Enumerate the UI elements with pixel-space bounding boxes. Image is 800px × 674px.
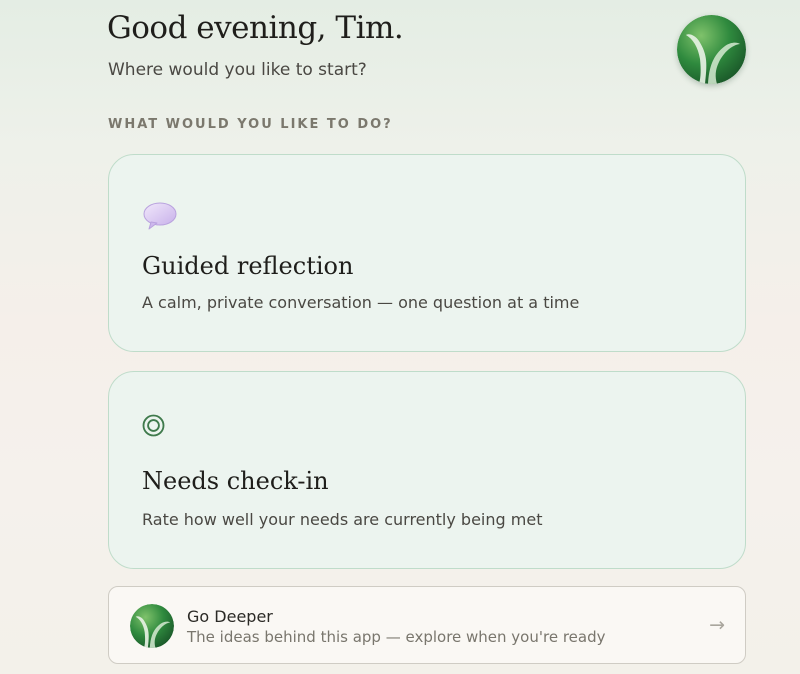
speech-bubble-icon <box>143 202 177 230</box>
go-deeper-avatar <box>130 604 174 648</box>
card-description: Rate how well your needs are currently b… <box>142 510 543 529</box>
card-title: Needs check-in <box>142 467 329 495</box>
card-title: Guided reflection <box>142 252 354 280</box>
arrow-right-icon: → <box>709 614 725 636</box>
greeting-heading: Good evening, Tim. <box>107 10 404 46</box>
card-description: A calm, private conversation — one quest… <box>142 293 580 312</box>
go-deeper-title: Go Deeper <box>187 607 273 626</box>
greeting-subtitle: Where would you like to start? <box>108 60 367 80</box>
go-deeper-link[interactable]: Go Deeper The ideas behind this app — ex… <box>108 586 746 664</box>
guided-reflection-card[interactable]: Guided reflection A calm, private conver… <box>108 154 746 352</box>
target-icon <box>142 414 165 437</box>
needs-check-in-card[interactable]: Needs check-in Rate how well your needs … <box>108 371 746 569</box>
section-label: WHAT WOULD YOU LIKE TO DO? <box>108 117 393 132</box>
app-logo-icon <box>677 15 746 84</box>
profile-avatar[interactable] <box>677 15 746 84</box>
app-logo-icon <box>130 604 174 648</box>
go-deeper-description: The ideas behind this app — explore when… <box>187 628 606 646</box>
